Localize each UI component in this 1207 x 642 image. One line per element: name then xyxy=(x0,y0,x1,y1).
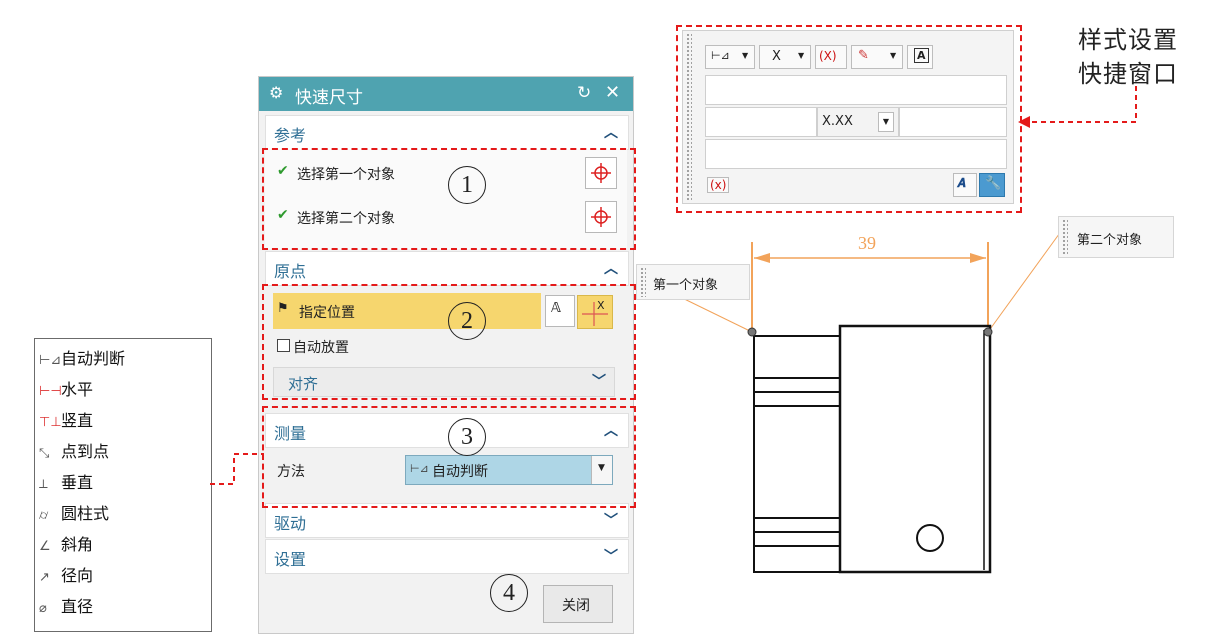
leader-style-dropdown[interactable]: ✎ ▼ xyxy=(851,45,903,69)
style-window-caption-line1: 样式设置 xyxy=(1078,26,1178,54)
first-object-label: 第一个对象 xyxy=(653,278,719,293)
section-origin-title: 原点 xyxy=(274,262,307,281)
callout-number-2: 2 xyxy=(448,302,486,340)
suffix-text-field[interactable] xyxy=(705,139,1007,169)
reset-icon[interactable]: ↻ xyxy=(577,83,591,103)
tolerance-dropdown[interactable]: X ▼ xyxy=(759,45,811,69)
expression-button[interactable]: (x) xyxy=(707,177,730,193)
leader-icon: ✎ xyxy=(858,48,869,63)
close-button-label: 关闭 xyxy=(562,598,590,614)
chevron-down-icon[interactable]: ﹀ xyxy=(604,546,618,566)
measure-method-list: ⊢⊿自动判断 ⊢⊣水平 ⊤⊥竖直 ⤡ 点到点 ⟂ 垂直 ⌭ 圆柱式 ∠ 斜角 ↗ 径向 ⌀… xyxy=(34,338,212,632)
list-item[interactable]: ⌀ 直径 xyxy=(39,593,93,617)
callout-number-1: 1 xyxy=(448,166,486,204)
list-item[interactable]: ⊤⊥竖直 xyxy=(39,407,93,431)
cylindrical-icon: ⌭ xyxy=(39,508,49,523)
caret-down-icon: ▼ xyxy=(890,51,897,60)
caret-down-icon: ▼ xyxy=(878,112,894,132)
first-object-tag: 第一个对象 xyxy=(636,264,750,300)
prefix-text-field[interactable] xyxy=(705,75,1007,105)
section-drive-title: 驱动 xyxy=(274,514,307,533)
gear-icon[interactable]: ⚙ xyxy=(269,83,283,102)
precision-value: X.XX xyxy=(822,114,853,129)
dialog-title-bar: ⚙ 快速尺寸 ↻ ✕ xyxy=(259,77,633,111)
tolerance-value: X xyxy=(772,49,781,64)
list-item[interactable]: ∠ 斜角 xyxy=(39,531,93,555)
caret-down-icon: ▼ xyxy=(742,51,749,60)
auto-infer-icon: ⊢⊿ xyxy=(711,49,730,62)
after-text-field[interactable] xyxy=(899,107,1007,137)
section-settings-title: 设置 xyxy=(274,550,307,569)
chevron-up-icon[interactable]: ︿ xyxy=(604,258,618,278)
auto-infer-icon: ⊢⊿ xyxy=(39,353,62,368)
chevron-up-icon[interactable]: ︿ xyxy=(604,122,618,142)
list-item[interactable]: ⟂ 垂直 xyxy=(39,469,93,493)
radial-icon: ↗ xyxy=(39,570,50,585)
text-box-label: A xyxy=(914,48,929,63)
before-text-field[interactable] xyxy=(705,107,817,137)
style-settings-window: ⊢⊿ ▼ X ▼ (X) ✎ ▼ A X.XX ▼ (x) 𝑨 🔧 xyxy=(682,30,1014,204)
second-object-tag: 第二个对象 xyxy=(1058,216,1174,258)
section-reference-title: 参考 xyxy=(274,126,307,145)
style-window-connector xyxy=(1018,86,1137,128)
list-connector xyxy=(210,453,264,485)
list-item[interactable]: ↗ 径向 xyxy=(39,562,93,586)
list-item[interactable]: ⤡ 点到点 xyxy=(39,438,109,462)
second-object-label: 第二个对象 xyxy=(1077,233,1143,248)
drag-grip[interactable] xyxy=(686,33,692,201)
settings-wrench-button[interactable]: 🔧 xyxy=(979,173,1005,197)
dimension-type-dropdown[interactable]: ⊢⊿ ▼ xyxy=(705,45,755,69)
section-reference[interactable]: 参考 ︿ xyxy=(265,115,629,150)
horizontal-icon: ⊢⊣ xyxy=(39,384,62,399)
section-origin[interactable]: 原点 ︿ xyxy=(265,251,629,286)
callout-box-2 xyxy=(262,284,636,400)
text-settings-icon: 𝑨 xyxy=(957,176,966,190)
diameter-icon: ⌀ xyxy=(39,601,47,616)
section-drive[interactable]: 驱动 ﹀ xyxy=(265,503,629,538)
close-icon[interactable]: ✕ xyxy=(605,82,620,103)
dimension-value: 39 xyxy=(858,233,876,253)
close-button[interactable]: 关闭 xyxy=(543,585,613,623)
reference-box-button[interactable]: (X) xyxy=(815,45,847,69)
section-settings[interactable]: 设置 ﹀ xyxy=(265,539,629,574)
drag-grip xyxy=(640,267,646,297)
callout-number-4: 4 xyxy=(490,574,528,612)
precision-dropdown[interactable]: X.XX ▼ xyxy=(817,107,899,137)
vertical-icon: ⊤⊥ xyxy=(39,415,62,430)
callout-box-1 xyxy=(262,148,636,250)
callout-box-3 xyxy=(262,406,636,508)
caret-down-icon: ▼ xyxy=(798,51,805,60)
list-item[interactable]: ⊢⊣水平 xyxy=(39,376,93,400)
wrench-icon: 🔧 xyxy=(985,176,1002,191)
drag-grip xyxy=(1062,219,1068,255)
text-box-button[interactable]: A xyxy=(907,45,933,69)
point-to-point-icon: ⤡ xyxy=(39,446,50,461)
callout-number-3: 3 xyxy=(448,418,486,456)
text-settings-button[interactable]: 𝑨 xyxy=(953,173,977,197)
dialog-title: 快速尺寸 xyxy=(295,88,363,108)
chevron-down-icon[interactable]: ﹀ xyxy=(604,510,618,530)
angle-icon: ∠ xyxy=(39,539,51,554)
reference-box-label: (X) xyxy=(819,49,837,63)
perpendicular-icon: ⟂ xyxy=(39,477,48,492)
list-item[interactable]: ⊢⊿自动判断 xyxy=(39,345,125,369)
list-item[interactable]: ⌭ 圆柱式 xyxy=(39,500,109,524)
